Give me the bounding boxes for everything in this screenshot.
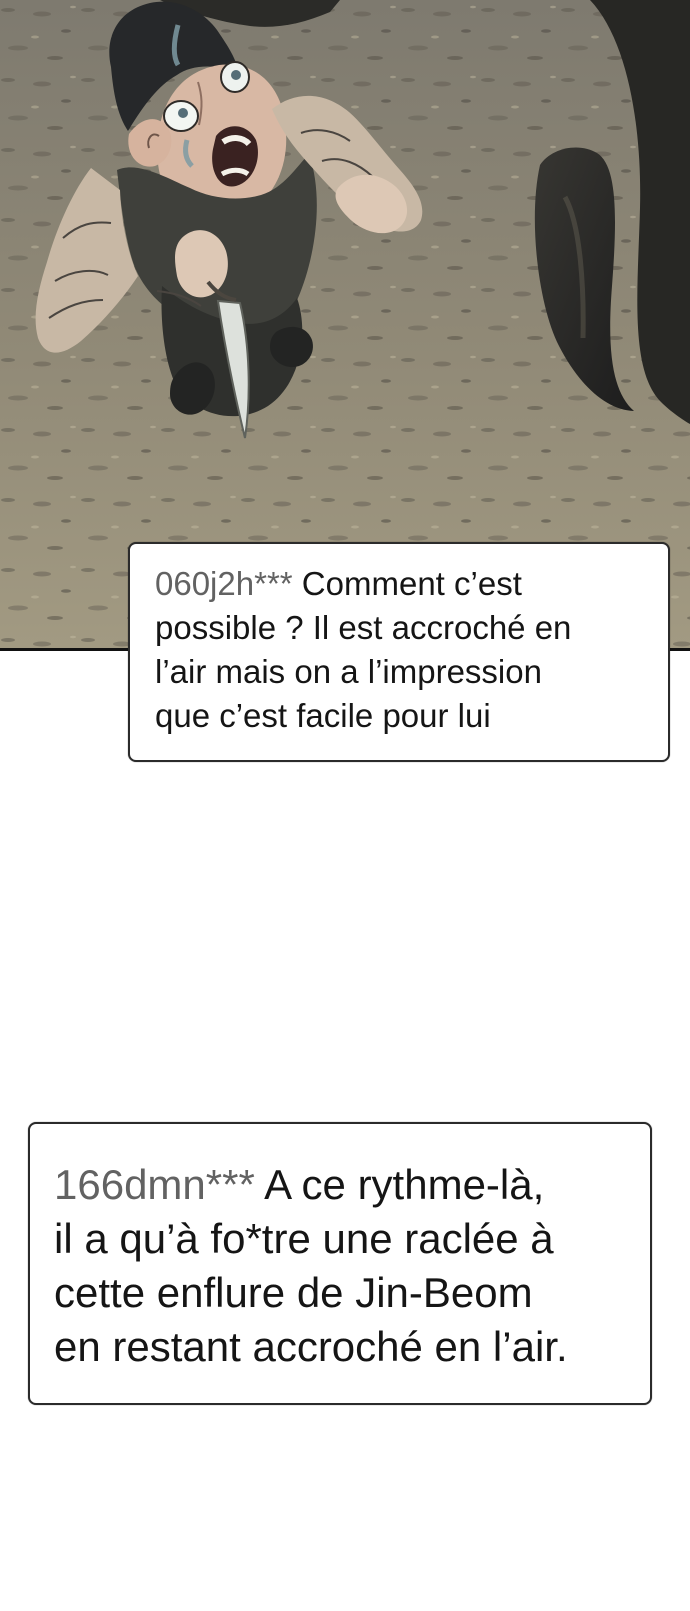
comment-text: A ce rythme-là, bbox=[264, 1161, 545, 1208]
comment-line: il a qu’à fo*tre une raclée à bbox=[54, 1215, 554, 1262]
comment-line: 060j2h*** Comment c’est bbox=[155, 562, 644, 606]
comment-username: 060j2h*** bbox=[155, 565, 293, 602]
comment-line: l’air mais on a l’impression bbox=[155, 653, 542, 690]
comment-line: que c’est facile pour lui bbox=[155, 697, 491, 734]
comment-card: 166dmn*** A ce rythme-là, il a qu’à fo*t… bbox=[28, 1122, 652, 1405]
comment-username: 166dmn*** bbox=[54, 1161, 255, 1208]
comment-line: en restant accroché en l’air. bbox=[54, 1323, 568, 1370]
comment-text: Comment c’est bbox=[301, 565, 522, 602]
comment-line: 166dmn*** A ce rythme-là, bbox=[54, 1158, 626, 1212]
comment-line: cette enflure de Jin-Beom bbox=[54, 1269, 533, 1316]
comment-card: 060j2h*** Comment c’est possible ? Il es… bbox=[128, 542, 670, 762]
comment-line: possible ? Il est accroché en bbox=[155, 609, 572, 646]
